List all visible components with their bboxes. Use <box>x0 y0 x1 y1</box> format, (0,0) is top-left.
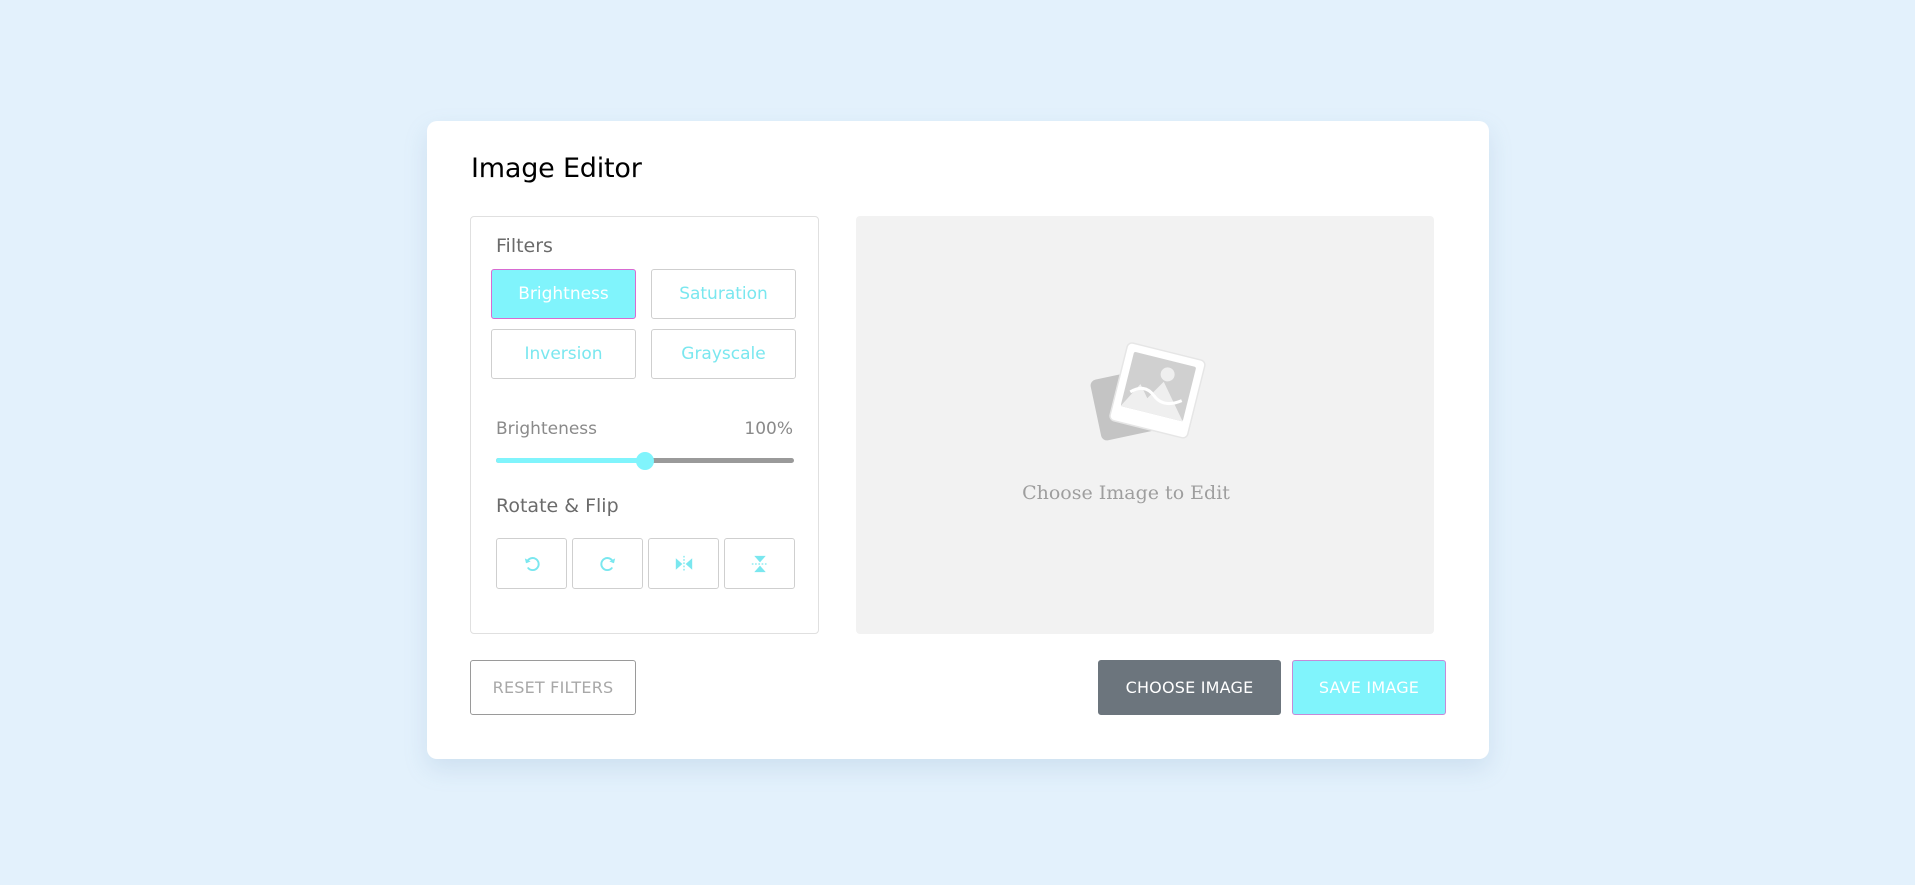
slider-label: Brighteness <box>496 419 598 439</box>
save-image-button[interactable]: SAVE IMAGE <box>1292 660 1446 715</box>
image-placeholder-icon <box>1090 342 1206 441</box>
flip-vertical-button[interactable] <box>724 538 795 589</box>
filter-grayscale-button[interactable]: Grayscale <box>651 329 796 379</box>
rotate-left-button[interactable] <box>496 538 567 589</box>
filters-heading: Filters <box>496 235 553 257</box>
flip-horizontal-icon <box>675 555 692 572</box>
rotate-right-button[interactable] <box>572 538 643 589</box>
preview-placeholder-text: Choose Image to Edit <box>1022 482 1230 504</box>
rotate-right-icon <box>599 556 615 571</box>
image-preview-area: Choose Image to Edit <box>856 216 1434 634</box>
slider-fill <box>496 458 645 463</box>
rotate-flip-heading: Rotate & Flip <box>496 495 619 517</box>
filter-inversion-button[interactable]: Inversion <box>491 329 636 379</box>
brightness-slider[interactable] <box>496 452 794 470</box>
choose-image-button[interactable]: CHOOSE IMAGE <box>1098 660 1281 715</box>
filter-brightness-button[interactable]: Brightness <box>491 269 636 319</box>
editor-controls-panel: Filters Brightness Saturation Inversion … <box>470 216 819 634</box>
reset-filters-button[interactable]: RESET FILTERS <box>470 660 636 715</box>
slider-thumb[interactable] <box>636 452 654 470</box>
slider-value: 100% <box>744 419 793 439</box>
image-editor-card: Image Editor Filters Brightness Saturati… <box>427 121 1489 759</box>
page-title: Image Editor <box>471 153 642 184</box>
flip-horizontal-button[interactable] <box>648 538 719 589</box>
rotate-left-icon <box>524 556 540 571</box>
flip-vertical-icon <box>751 555 768 572</box>
filter-saturation-button[interactable]: Saturation <box>651 269 796 319</box>
